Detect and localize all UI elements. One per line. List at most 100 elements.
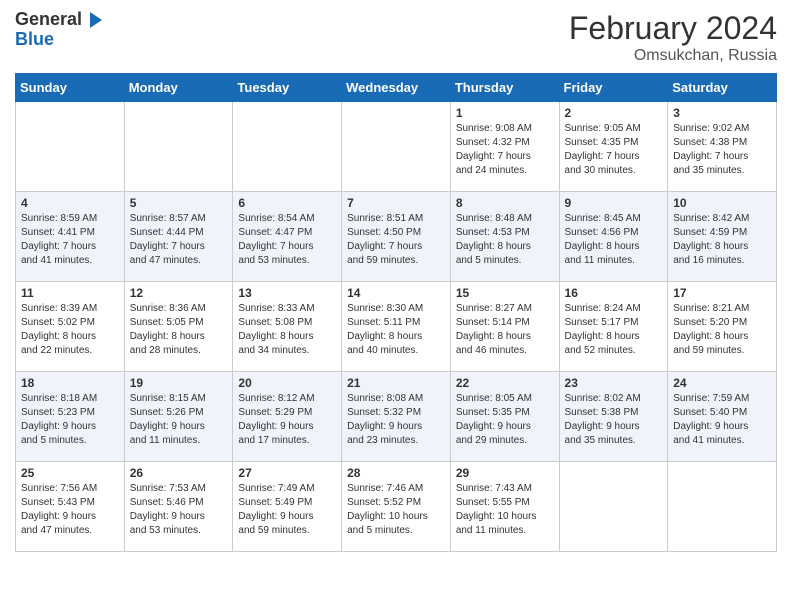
calendar-cell bbox=[668, 462, 777, 552]
calendar-cell: 22Sunrise: 8:05 AM Sunset: 5:35 PM Dayli… bbox=[450, 372, 559, 462]
weekday-header-row: SundayMondayTuesdayWednesdayThursdayFrid… bbox=[16, 74, 777, 102]
week-row-2: 4Sunrise: 8:59 AM Sunset: 4:41 PM Daylig… bbox=[16, 192, 777, 282]
weekday-header-monday: Monday bbox=[124, 74, 233, 102]
weekday-header-saturday: Saturday bbox=[668, 74, 777, 102]
day-number: 16 bbox=[565, 286, 663, 300]
day-info: Sunrise: 8:54 AM Sunset: 4:47 PM Dayligh… bbox=[238, 212, 336, 268]
weekday-header-tuesday: Tuesday bbox=[233, 74, 342, 102]
day-info: Sunrise: 7:46 AM Sunset: 5:52 PM Dayligh… bbox=[347, 482, 445, 538]
calendar-cell: 20 Sunrise: 8:12 AM Sunset: 5:29 PM Dayli… bbox=[233, 372, 342, 462]
day-info: Sunrise: 8:33 AM Sunset: 5:08 PM Dayligh… bbox=[238, 302, 336, 358]
day-number: 28 bbox=[347, 466, 445, 480]
day-number: 24 bbox=[673, 376, 771, 390]
logo-text-blue: Blue bbox=[15, 30, 104, 50]
week-row-5: 25 Sunrise: 7:56 AM Sunset: 5:43 PM Dayli… bbox=[16, 462, 777, 552]
day-number: 19 bbox=[130, 376, 228, 390]
day-number: 27 bbox=[238, 466, 336, 480]
day-info: Sunrise: 8:12 AM Sunset: 5:29 PM Dayligh… bbox=[238, 392, 336, 448]
day-number: 14 bbox=[347, 286, 445, 300]
logo-text-general: General bbox=[15, 10, 82, 30]
calendar-cell bbox=[233, 102, 342, 192]
calendar-cell: 13 Sunrise: 8:33 AM Sunset: 5:08 PM Dayli… bbox=[233, 282, 342, 372]
day-info: Sunrise: 8:39 AM Sunset: 5:02 PM Dayligh… bbox=[21, 302, 119, 358]
day-number: 7 bbox=[347, 196, 445, 210]
day-info: Sunrise: 7:56 AM Sunset: 5:43 PM Dayligh… bbox=[21, 482, 119, 538]
day-number: 6 bbox=[238, 196, 336, 210]
day-number: 11 bbox=[21, 286, 119, 300]
weekday-header-sunday: Sunday bbox=[16, 74, 125, 102]
calendar-cell: 5Sunrise: 8:57 AM Sunset: 4:44 PM Daylig… bbox=[124, 192, 233, 282]
calendar-cell: 10 Sunrise: 8:42 AM Sunset: 4:59 PM Dayli… bbox=[668, 192, 777, 282]
page-header: General Blue February 2024 Omsukchan, Ru… bbox=[15, 10, 777, 65]
day-info: Sunrise: 7:53 AM Sunset: 5:46 PM Dayligh… bbox=[130, 482, 228, 538]
calendar-cell: 18 Sunrise: 8:18 AM Sunset: 5:23 PM Dayli… bbox=[16, 372, 125, 462]
day-number: 13 bbox=[238, 286, 336, 300]
day-number: 25 bbox=[21, 466, 119, 480]
calendar-cell: 19 Sunrise: 8:15 AM Sunset: 5:26 PM Dayli… bbox=[124, 372, 233, 462]
day-number: 21 bbox=[347, 376, 445, 390]
day-number: 10 bbox=[673, 196, 771, 210]
day-info: Sunrise: 7:43 AM Sunset: 5:55 PM Dayligh… bbox=[456, 482, 554, 538]
calendar-cell: 28 Sunrise: 7:46 AM Sunset: 5:52 PM Dayli… bbox=[342, 462, 451, 552]
calendar-cell: 29Sunrise: 7:43 AM Sunset: 5:55 PM Dayli… bbox=[450, 462, 559, 552]
day-info: Sunrise: 7:49 AM Sunset: 5:49 PM Dayligh… bbox=[238, 482, 336, 538]
day-info: Sunrise: 9:08 AM Sunset: 4:32 PM Dayligh… bbox=[456, 122, 554, 178]
calendar-cell: 24 Sunrise: 7:59 AM Sunset: 5:40 PM Dayli… bbox=[668, 372, 777, 462]
day-number: 20 bbox=[238, 376, 336, 390]
calendar-cell: 12 Sunrise: 8:36 AM Sunset: 5:05 PM Dayli… bbox=[124, 282, 233, 372]
day-number: 1 bbox=[456, 106, 554, 120]
location: Omsukchan, Russia bbox=[569, 47, 777, 65]
calendar-cell: 4Sunrise: 8:59 AM Sunset: 4:41 PM Daylig… bbox=[16, 192, 125, 282]
day-info: Sunrise: 8:18 AM Sunset: 5:23 PM Dayligh… bbox=[21, 392, 119, 448]
day-info: Sunrise: 9:02 AM Sunset: 4:38 PM Dayligh… bbox=[673, 122, 771, 178]
day-info: Sunrise: 8:42 AM Sunset: 4:59 PM Dayligh… bbox=[673, 212, 771, 268]
calendar-table: SundayMondayTuesdayWednesdayThursdayFrid… bbox=[15, 73, 777, 552]
weekday-header-wednesday: Wednesday bbox=[342, 74, 451, 102]
day-info: Sunrise: 8:45 AM Sunset: 4:56 PM Dayligh… bbox=[565, 212, 663, 268]
title-area: February 2024 Omsukchan, Russia bbox=[569, 10, 777, 65]
day-number: 23 bbox=[565, 376, 663, 390]
day-number: 2 bbox=[565, 106, 663, 120]
day-info: Sunrise: 7:59 AM Sunset: 5:40 PM Dayligh… bbox=[673, 392, 771, 448]
calendar-cell: 2Sunrise: 9:05 AM Sunset: 4:35 PM Daylig… bbox=[559, 102, 668, 192]
calendar-cell: 14 Sunrise: 8:30 AM Sunset: 5:11 PM Dayli… bbox=[342, 282, 451, 372]
day-number: 26 bbox=[130, 466, 228, 480]
week-row-3: 11 Sunrise: 8:39 AM Sunset: 5:02 PM Dayli… bbox=[16, 282, 777, 372]
month-year: February 2024 bbox=[569, 10, 777, 47]
calendar-cell: 21Sunrise: 8:08 AM Sunset: 5:32 PM Dayli… bbox=[342, 372, 451, 462]
calendar-cell: 8 Sunrise: 8:48 AM Sunset: 4:53 PM Daylig… bbox=[450, 192, 559, 282]
calendar-cell: 27 Sunrise: 7:49 AM Sunset: 5:49 PM Dayli… bbox=[233, 462, 342, 552]
calendar-cell: 7Sunrise: 8:51 AM Sunset: 4:50 PM Daylig… bbox=[342, 192, 451, 282]
calendar-cell: 17Sunrise: 8:21 AM Sunset: 5:20 PM Dayli… bbox=[668, 282, 777, 372]
day-info: Sunrise: 8:59 AM Sunset: 4:41 PM Dayligh… bbox=[21, 212, 119, 268]
calendar-cell bbox=[16, 102, 125, 192]
calendar-cell: 11 Sunrise: 8:39 AM Sunset: 5:02 PM Dayli… bbox=[16, 282, 125, 372]
day-info: Sunrise: 8:02 AM Sunset: 5:38 PM Dayligh… bbox=[565, 392, 663, 448]
day-number: 8 bbox=[456, 196, 554, 210]
calendar-cell bbox=[559, 462, 668, 552]
day-info: Sunrise: 8:15 AM Sunset: 5:26 PM Dayligh… bbox=[130, 392, 228, 448]
day-info: Sunrise: 8:30 AM Sunset: 5:11 PM Dayligh… bbox=[347, 302, 445, 358]
calendar-cell: 16Sunrise: 8:24 AM Sunset: 5:17 PM Dayli… bbox=[559, 282, 668, 372]
day-number: 3 bbox=[673, 106, 771, 120]
day-number: 18 bbox=[21, 376, 119, 390]
day-number: 9 bbox=[565, 196, 663, 210]
calendar-cell: 9 Sunrise: 8:45 AM Sunset: 4:56 PM Daylig… bbox=[559, 192, 668, 282]
day-info: Sunrise: 8:48 AM Sunset: 4:53 PM Dayligh… bbox=[456, 212, 554, 268]
day-info: Sunrise: 8:27 AM Sunset: 5:14 PM Dayligh… bbox=[456, 302, 554, 358]
calendar-cell: 6 Sunrise: 8:54 AM Sunset: 4:47 PM Daylig… bbox=[233, 192, 342, 282]
day-info: Sunrise: 8:21 AM Sunset: 5:20 PM Dayligh… bbox=[673, 302, 771, 358]
calendar-cell: 15Sunrise: 8:27 AM Sunset: 5:14 PM Dayli… bbox=[450, 282, 559, 372]
day-info: Sunrise: 8:57 AM Sunset: 4:44 PM Dayligh… bbox=[130, 212, 228, 268]
calendar-cell: 25 Sunrise: 7:56 AM Sunset: 5:43 PM Dayli… bbox=[16, 462, 125, 552]
day-number: 12 bbox=[130, 286, 228, 300]
logo-arrow-icon bbox=[84, 10, 104, 30]
weekday-header-thursday: Thursday bbox=[450, 74, 559, 102]
week-row-4: 18 Sunrise: 8:18 AM Sunset: 5:23 PM Dayli… bbox=[16, 372, 777, 462]
week-row-1: 1 Sunrise: 9:08 AM Sunset: 4:32 PM Daylig… bbox=[16, 102, 777, 192]
calendar-cell: 3 Sunrise: 9:02 AM Sunset: 4:38 PM Daylig… bbox=[668, 102, 777, 192]
day-info: Sunrise: 8:36 AM Sunset: 5:05 PM Dayligh… bbox=[130, 302, 228, 358]
calendar-cell: 23 Sunrise: 8:02 AM Sunset: 5:38 PM Dayli… bbox=[559, 372, 668, 462]
calendar-cell: 26 Sunrise: 7:53 AM Sunset: 5:46 PM Dayli… bbox=[124, 462, 233, 552]
day-number: 22 bbox=[456, 376, 554, 390]
